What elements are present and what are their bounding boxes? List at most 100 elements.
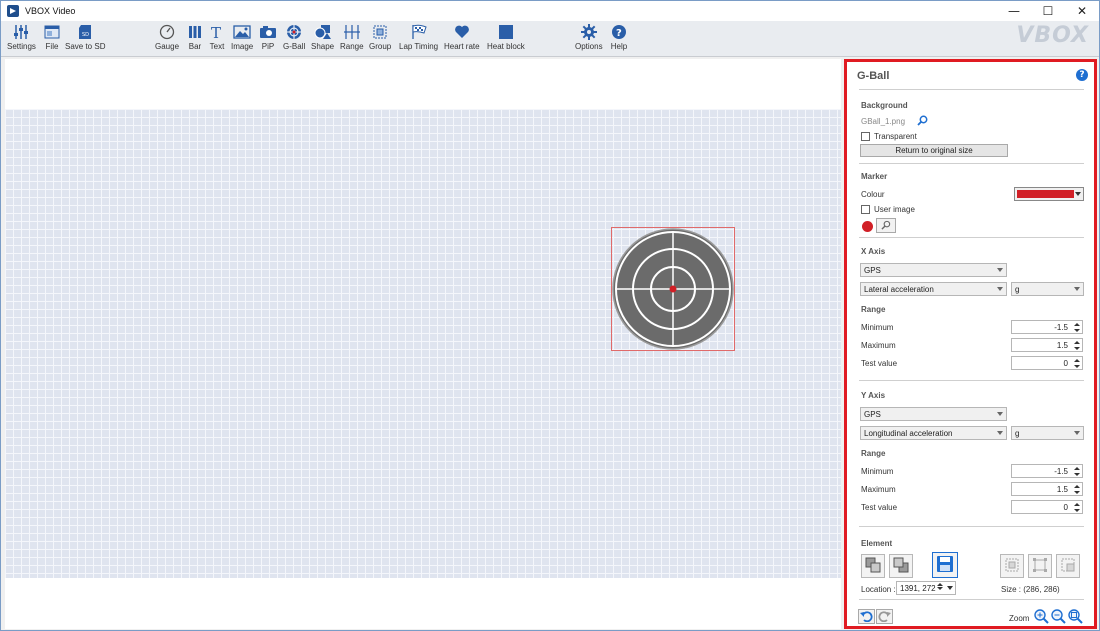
user-image-label: User image bbox=[874, 205, 915, 214]
svg-text:SD: SD bbox=[82, 32, 89, 38]
x-minimum-stepper[interactable]: -1.5 bbox=[1011, 320, 1083, 334]
x-axis-heading: X Axis bbox=[861, 247, 886, 256]
divider bbox=[859, 380, 1084, 381]
fit-icon bbox=[1032, 557, 1048, 575]
y-minimum-label: Minimum bbox=[861, 467, 894, 476]
location-label: Location : bbox=[861, 585, 896, 594]
zoom-out-icon[interactable] bbox=[1051, 609, 1066, 626]
close-button[interactable]: ✕ bbox=[1065, 1, 1099, 21]
panel-title: G-Ball bbox=[857, 70, 890, 82]
bar-button[interactable]: Bar bbox=[186, 23, 204, 55]
transparent-label: Transparent bbox=[874, 132, 917, 141]
range-button[interactable]: Range bbox=[340, 23, 364, 55]
group-icon bbox=[371, 23, 389, 41]
pip-button[interactable]: PiP bbox=[259, 23, 277, 55]
heart-icon bbox=[453, 23, 471, 41]
toolbar: Settings File SD Save to SD Gauge Bar T … bbox=[1, 21, 1099, 57]
vbox-logo: VBOX bbox=[1016, 23, 1089, 48]
send-backward-button[interactable] bbox=[889, 554, 913, 578]
y-axis-heading: Y Axis bbox=[861, 391, 886, 400]
zoom-label: Zoom bbox=[1009, 614, 1030, 623]
gauge-button[interactable]: Gauge bbox=[155, 23, 179, 55]
help-button[interactable]: ? Help bbox=[610, 23, 628, 55]
settings-button[interactable]: Settings bbox=[7, 23, 36, 55]
app-window: VBOX Video — ☐ ✕ Settings File SD Save t… bbox=[0, 0, 1100, 631]
heart-rate-button[interactable]: Heart rate bbox=[444, 23, 480, 55]
colour-label: Colour bbox=[861, 190, 885, 199]
range-icon bbox=[343, 23, 361, 41]
shape-button[interactable]: Shape bbox=[311, 23, 334, 55]
x-axis-unit-select[interactable]: g bbox=[1011, 282, 1084, 296]
minimize-button[interactable]: — bbox=[997, 1, 1031, 21]
x-axis-source-select[interactable]: GPS bbox=[860, 263, 1007, 277]
save-to-sd-button[interactable]: SD Save to SD bbox=[65, 23, 105, 55]
colour-picker[interactable] bbox=[1014, 187, 1084, 201]
zoom-fit-icon[interactable] bbox=[1068, 609, 1083, 626]
return-to-original-size-button[interactable]: Return to original size bbox=[860, 144, 1008, 157]
size-readout: Size : (286, 286) bbox=[1001, 585, 1060, 594]
group-button[interactable]: Group bbox=[369, 23, 391, 55]
y-axis-unit-select[interactable]: g bbox=[1011, 426, 1084, 440]
user-image-browse-button[interactable] bbox=[876, 218, 896, 233]
lap-timing-button[interactable]: Lap Timing bbox=[399, 23, 438, 55]
align-center-button[interactable] bbox=[1000, 554, 1024, 578]
video-canvas[interactable] bbox=[5, 59, 841, 629]
image-button[interactable]: Image bbox=[231, 23, 253, 55]
x-minimum-label: Minimum bbox=[861, 323, 894, 332]
undo-icon bbox=[860, 610, 873, 624]
text-icon: T bbox=[208, 23, 226, 41]
bring-forward-button[interactable] bbox=[861, 554, 885, 578]
y-minimum-stepper[interactable]: -1.5 bbox=[1011, 464, 1083, 478]
x-maximum-label: Maximum bbox=[861, 341, 896, 350]
search-icon[interactable] bbox=[917, 115, 928, 128]
x-maximum-stepper[interactable]: 1.5 bbox=[1011, 338, 1083, 352]
y-axis-source-select[interactable]: GPS bbox=[860, 407, 1007, 421]
y-maximum-label: Maximum bbox=[861, 485, 896, 494]
save-element-button[interactable] bbox=[932, 552, 958, 578]
x-range-heading: Range bbox=[861, 305, 886, 314]
transparent-checkbox[interactable] bbox=[861, 132, 870, 141]
location-stepper-icon bbox=[937, 583, 943, 590]
properties-panel: G-Ball ? Background GBall_1.png Transpar… bbox=[844, 59, 1097, 629]
align-center-icon bbox=[1004, 557, 1020, 575]
panel-help-icon[interactable]: ? bbox=[1076, 69, 1088, 81]
background-heading: Background bbox=[861, 101, 908, 110]
g-ball-element[interactable] bbox=[611, 227, 735, 351]
y-test-value-stepper[interactable]: 0 bbox=[1011, 500, 1083, 514]
location-input[interactable]: 1391, 272 bbox=[896, 581, 956, 595]
sliders-icon bbox=[12, 23, 30, 41]
file-button[interactable]: File bbox=[43, 23, 61, 55]
resize-icon bbox=[1060, 557, 1076, 575]
image-icon bbox=[233, 23, 251, 41]
fit-element-button[interactable] bbox=[1028, 554, 1052, 578]
search-icon bbox=[881, 220, 891, 232]
redo-button[interactable] bbox=[876, 609, 893, 624]
app-logo-icon bbox=[7, 5, 19, 17]
y-range-heading: Range bbox=[861, 449, 886, 458]
gear-icon bbox=[580, 23, 598, 41]
resize-element-button[interactable] bbox=[1056, 554, 1080, 578]
user-image-checkbox[interactable] bbox=[861, 205, 870, 214]
maximize-button[interactable]: ☐ bbox=[1031, 1, 1065, 21]
y-maximum-stepper[interactable]: 1.5 bbox=[1011, 482, 1083, 496]
undo-button[interactable] bbox=[858, 609, 875, 624]
file-icon bbox=[43, 23, 61, 41]
g-ball-button[interactable]: G-Ball bbox=[283, 23, 305, 55]
zoom-in-icon[interactable] bbox=[1034, 609, 1049, 626]
text-button[interactable]: T Text bbox=[208, 23, 226, 55]
help-icon: ? bbox=[610, 23, 628, 41]
x-axis-channel-select[interactable]: Lateral acceleration bbox=[860, 282, 1007, 296]
checkered-flag-icon bbox=[410, 23, 428, 41]
heat-block-icon bbox=[497, 23, 515, 41]
chevron-down-icon bbox=[1074, 287, 1080, 291]
heat-block-button[interactable]: Heat block bbox=[487, 23, 525, 55]
options-button[interactable]: Options bbox=[575, 23, 603, 55]
chevron-down-icon bbox=[1074, 431, 1080, 435]
x-test-value-stepper[interactable]: 0 bbox=[1011, 356, 1083, 370]
send-backward-icon bbox=[893, 557, 909, 575]
divider bbox=[859, 89, 1084, 90]
y-axis-channel-select[interactable]: Longitudinal acceleration bbox=[860, 426, 1007, 440]
marker-colour-dot bbox=[862, 221, 873, 232]
svg-text:?: ? bbox=[616, 28, 622, 39]
chevron-down-icon bbox=[947, 586, 953, 590]
